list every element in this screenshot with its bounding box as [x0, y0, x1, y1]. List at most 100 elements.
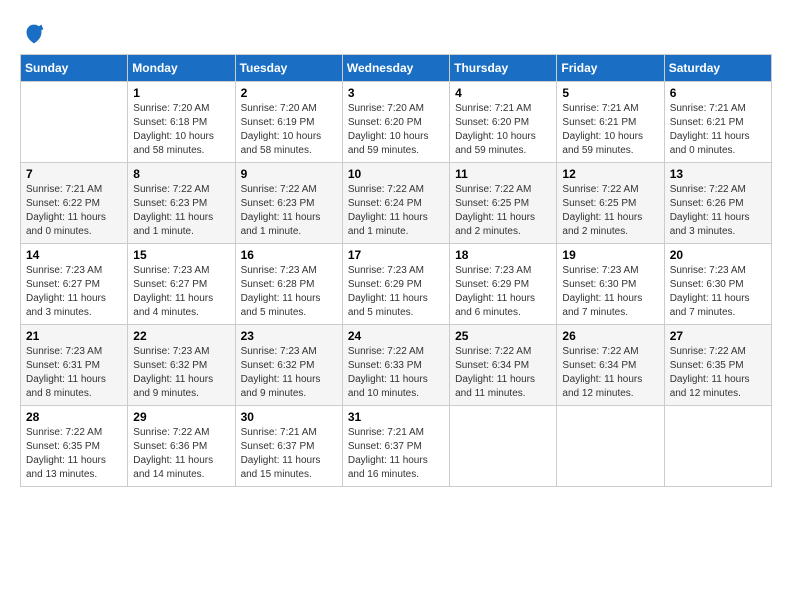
day-number: 7: [26, 167, 122, 181]
calendar-cell: 20 Sunrise: 7:23 AM Sunset: 6:30 PM Dayli…: [664, 244, 771, 325]
day-info: Sunrise: 7:23 AM Sunset: 6:31 PM Dayligh…: [26, 345, 122, 401]
day-number: 30: [241, 410, 337, 424]
day-header-tuesday: Tuesday: [235, 55, 342, 82]
calendar-cell: 11 Sunrise: 7:22 AM Sunset: 6:25 PM Dayli…: [450, 163, 557, 244]
day-info: Sunrise: 7:23 AM Sunset: 6:29 PM Dayligh…: [348, 264, 444, 320]
calendar-header-row: SundayMondayTuesdayWednesdayThursdayFrid…: [21, 55, 772, 82]
calendar-cell: 31Sunrise: 7:21 AM Sunset: 6:37 PM Dayli…: [342, 406, 449, 487]
day-number: 26: [562, 329, 658, 343]
calendar-cell: 10 Sunrise: 7:22 AM Sunset: 6:24 PM Dayli…: [342, 163, 449, 244]
day-info: Sunrise: 7:23 AM Sunset: 6:32 PM Dayligh…: [241, 345, 337, 401]
day-number: 2: [241, 86, 337, 100]
day-number: 4: [455, 86, 551, 100]
calendar-cell: 18Sunrise: 7:23 AM Sunset: 6:29 PM Dayli…: [450, 244, 557, 325]
day-header-sunday: Sunday: [21, 55, 128, 82]
calendar-cell: 15Sunrise: 7:23 AM Sunset: 6:27 PM Dayli…: [128, 244, 235, 325]
calendar-cell: 30 Sunrise: 7:21 AM Sunset: 6:37 PM Dayli…: [235, 406, 342, 487]
day-info: Sunrise: 7:23 AM Sunset: 6:29 PM Dayligh…: [455, 264, 551, 320]
day-number: 11: [455, 167, 551, 181]
calendar-cell: 24 Sunrise: 7:22 AM Sunset: 6:33 PM Dayli…: [342, 325, 449, 406]
day-number: 20: [670, 248, 766, 262]
calendar-cell: 21 Sunrise: 7:23 AM Sunset: 6:31 PM Dayli…: [21, 325, 128, 406]
calendar-cell: 12 Sunrise: 7:22 AM Sunset: 6:25 PM Dayli…: [557, 163, 664, 244]
day-info: Sunrise: 7:22 AM Sunset: 6:26 PM Dayligh…: [670, 183, 766, 239]
day-number: 28: [26, 410, 122, 424]
day-info: Sunrise: 7:23 AM Sunset: 6:27 PM Dayligh…: [26, 264, 122, 320]
calendar-cell: 9 Sunrise: 7:22 AM Sunset: 6:23 PM Daylig…: [235, 163, 342, 244]
day-number: 25: [455, 329, 551, 343]
day-number: 19: [562, 248, 658, 262]
day-info: Sunrise: 7:21 AM Sunset: 6:37 PM Dayligh…: [348, 426, 444, 482]
day-header-friday: Friday: [557, 55, 664, 82]
page-header: [20, 20, 772, 48]
day-info: Sunrise: 7:21 AM Sunset: 6:21 PM Dayligh…: [562, 102, 658, 158]
day-info: Sunrise: 7:21 AM Sunset: 6:20 PM Dayligh…: [455, 102, 551, 158]
logo-icon: [20, 20, 48, 48]
calendar-cell: [664, 406, 771, 487]
calendar-cell: 17 Sunrise: 7:23 AM Sunset: 6:29 PM Dayli…: [342, 244, 449, 325]
calendar-cell: 22 Sunrise: 7:23 AM Sunset: 6:32 PM Dayli…: [128, 325, 235, 406]
calendar-cell: 25 Sunrise: 7:22 AM Sunset: 6:34 PM Dayli…: [450, 325, 557, 406]
day-number: 21: [26, 329, 122, 343]
day-info: Sunrise: 7:22 AM Sunset: 6:25 PM Dayligh…: [455, 183, 551, 239]
day-number: 13: [670, 167, 766, 181]
day-info: Sunrise: 7:23 AM Sunset: 6:30 PM Dayligh…: [562, 264, 658, 320]
day-number: 29: [133, 410, 229, 424]
calendar-cell: [21, 82, 128, 163]
calendar-cell: 19 Sunrise: 7:23 AM Sunset: 6:30 PM Dayli…: [557, 244, 664, 325]
day-number: 12: [562, 167, 658, 181]
day-number: 22: [133, 329, 229, 343]
day-info: Sunrise: 7:22 AM Sunset: 6:33 PM Dayligh…: [348, 345, 444, 401]
logo: [20, 20, 52, 48]
day-info: Sunrise: 7:22 AM Sunset: 6:34 PM Dayligh…: [455, 345, 551, 401]
calendar-week-3: 14 Sunrise: 7:23 AM Sunset: 6:27 PM Dayli…: [21, 244, 772, 325]
calendar-cell: 5 Sunrise: 7:21 AM Sunset: 6:21 PM Daylig…: [557, 82, 664, 163]
calendar-week-4: 21 Sunrise: 7:23 AM Sunset: 6:31 PM Dayli…: [21, 325, 772, 406]
calendar-cell: 7 Sunrise: 7:21 AM Sunset: 6:22 PM Daylig…: [21, 163, 128, 244]
calendar-cell: 29 Sunrise: 7:22 AM Sunset: 6:36 PM Dayli…: [128, 406, 235, 487]
day-info: Sunrise: 7:20 AM Sunset: 6:18 PM Dayligh…: [133, 102, 229, 158]
calendar-cell: 8 Sunrise: 7:22 AM Sunset: 6:23 PM Daylig…: [128, 163, 235, 244]
day-info: Sunrise: 7:21 AM Sunset: 6:21 PM Dayligh…: [670, 102, 766, 158]
day-info: Sunrise: 7:20 AM Sunset: 6:19 PM Dayligh…: [241, 102, 337, 158]
day-number: 5: [562, 86, 658, 100]
day-number: 24: [348, 329, 444, 343]
day-info: Sunrise: 7:23 AM Sunset: 6:32 PM Dayligh…: [133, 345, 229, 401]
calendar-cell: 1 Sunrise: 7:20 AM Sunset: 6:18 PM Daylig…: [128, 82, 235, 163]
day-info: Sunrise: 7:22 AM Sunset: 6:23 PM Dayligh…: [241, 183, 337, 239]
calendar-week-5: 28 Sunrise: 7:22 AM Sunset: 6:35 PM Dayli…: [21, 406, 772, 487]
calendar-cell: 6 Sunrise: 7:21 AM Sunset: 6:21 PM Daylig…: [664, 82, 771, 163]
calendar-cell: 3 Sunrise: 7:20 AM Sunset: 6:20 PM Daylig…: [342, 82, 449, 163]
day-info: Sunrise: 7:22 AM Sunset: 6:36 PM Dayligh…: [133, 426, 229, 482]
calendar-cell: 26 Sunrise: 7:22 AM Sunset: 6:34 PM Dayli…: [557, 325, 664, 406]
day-number: 10: [348, 167, 444, 181]
day-number: 3: [348, 86, 444, 100]
day-info: Sunrise: 7:22 AM Sunset: 6:34 PM Dayligh…: [562, 345, 658, 401]
calendar-cell: 14 Sunrise: 7:23 AM Sunset: 6:27 PM Dayli…: [21, 244, 128, 325]
day-number: 1: [133, 86, 229, 100]
day-info: Sunrise: 7:21 AM Sunset: 6:37 PM Dayligh…: [241, 426, 337, 482]
calendar-cell: 28 Sunrise: 7:22 AM Sunset: 6:35 PM Dayli…: [21, 406, 128, 487]
calendar-table: SundayMondayTuesdayWednesdayThursdayFrid…: [20, 54, 772, 487]
day-header-thursday: Thursday: [450, 55, 557, 82]
day-info: Sunrise: 7:23 AM Sunset: 6:28 PM Dayligh…: [241, 264, 337, 320]
day-info: Sunrise: 7:20 AM Sunset: 6:20 PM Dayligh…: [348, 102, 444, 158]
day-header-monday: Monday: [128, 55, 235, 82]
calendar-cell: 27Sunrise: 7:22 AM Sunset: 6:35 PM Dayli…: [664, 325, 771, 406]
day-info: Sunrise: 7:22 AM Sunset: 6:35 PM Dayligh…: [26, 426, 122, 482]
calendar-cell: 13 Sunrise: 7:22 AM Sunset: 6:26 PM Dayli…: [664, 163, 771, 244]
day-number: 8: [133, 167, 229, 181]
day-number: 23: [241, 329, 337, 343]
day-number: 17: [348, 248, 444, 262]
day-number: 9: [241, 167, 337, 181]
day-info: Sunrise: 7:22 AM Sunset: 6:23 PM Dayligh…: [133, 183, 229, 239]
day-info: Sunrise: 7:23 AM Sunset: 6:30 PM Dayligh…: [670, 264, 766, 320]
day-number: 6: [670, 86, 766, 100]
day-info: Sunrise: 7:21 AM Sunset: 6:22 PM Dayligh…: [26, 183, 122, 239]
day-info: Sunrise: 7:22 AM Sunset: 6:25 PM Dayligh…: [562, 183, 658, 239]
day-info: Sunrise: 7:22 AM Sunset: 6:24 PM Dayligh…: [348, 183, 444, 239]
calendar-week-2: 7 Sunrise: 7:21 AM Sunset: 6:22 PM Daylig…: [21, 163, 772, 244]
day-number: 14: [26, 248, 122, 262]
day-info: Sunrise: 7:22 AM Sunset: 6:35 PM Dayligh…: [670, 345, 766, 401]
calendar-week-1: 1 Sunrise: 7:20 AM Sunset: 6:18 PM Daylig…: [21, 82, 772, 163]
